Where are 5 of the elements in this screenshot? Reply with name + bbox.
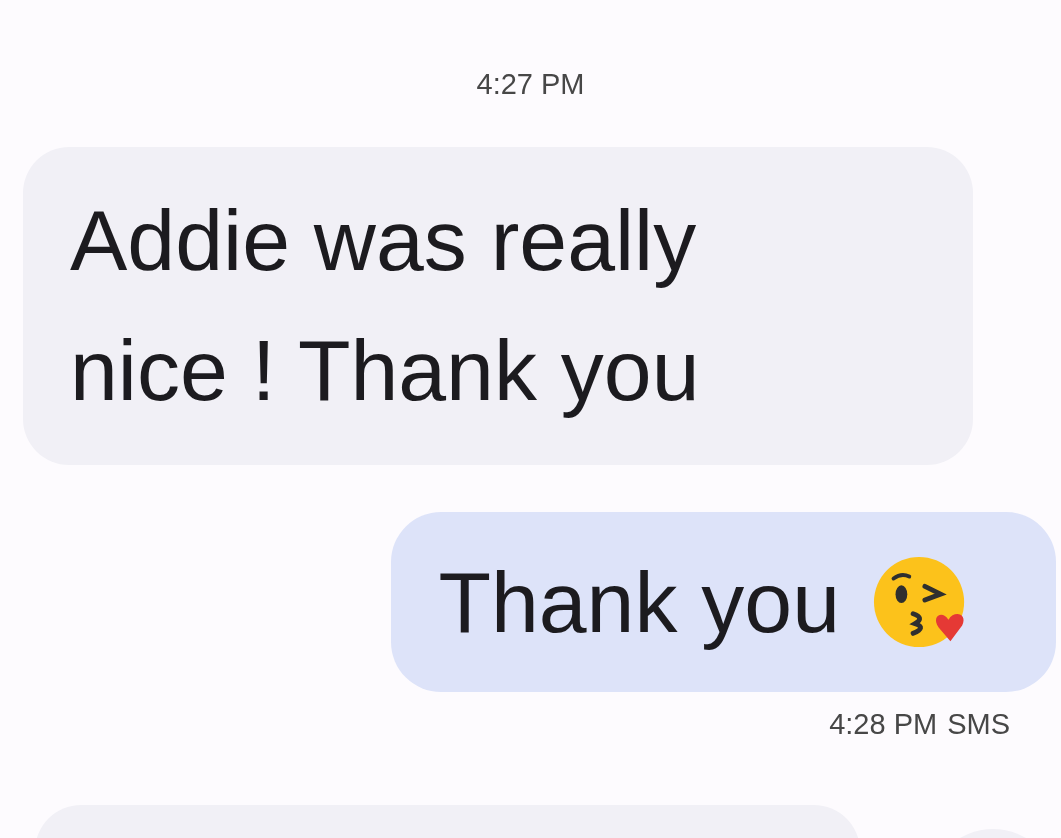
timestamp: 4:27 PM: [475, 68, 586, 101]
message-service: SMS: [947, 708, 1010, 741]
message-time: 4:28 PM: [829, 708, 938, 741]
message-bubble[interactable]: Addie was really nice ! Thank you: [23, 147, 973, 465]
message-bubble[interactable]: Thank you: [391, 512, 1056, 692]
